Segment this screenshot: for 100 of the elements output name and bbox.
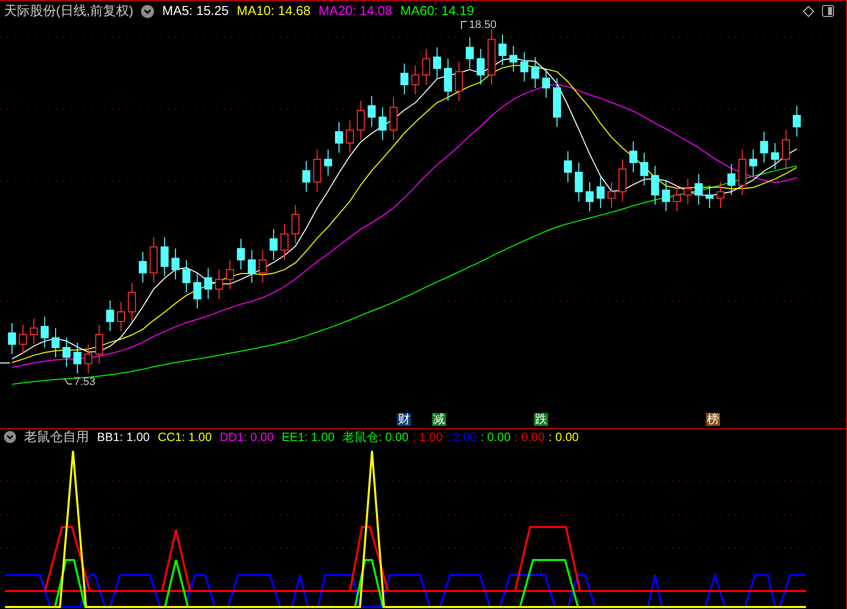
candlestick [248, 250, 256, 284]
indicator-value: BB1: 1.00 [97, 429, 150, 445]
candlestick [368, 96, 376, 128]
candlestick [716, 182, 724, 208]
candlestick [73, 342, 82, 374]
indicator-value: DD1: 0.00 [220, 429, 274, 445]
candlestick [160, 236, 169, 277]
candlestick [760, 131, 768, 164]
indicator-value: MA60: 14.19 [400, 3, 474, 19]
candlestick [291, 204, 300, 244]
candlestick [466, 37, 474, 69]
candlestick [738, 149, 746, 196]
candlestick [771, 142, 779, 170]
candlestick [749, 149, 758, 176]
candlestick [531, 56, 540, 88]
candlestick [400, 63, 408, 95]
candlestick [411, 64, 420, 95]
candlestick [433, 46, 442, 79]
low-marker-icon [64, 378, 72, 386]
candlestick [792, 105, 801, 138]
candlestick [488, 29, 496, 86]
signal-tag: 跌 [534, 413, 548, 426]
candlestick [226, 259, 234, 290]
candlestick [618, 158, 626, 202]
diamond-icon[interactable] [803, 6, 814, 16]
indicator-value: : 0.00 [480, 429, 511, 445]
candlestick [30, 318, 38, 345]
candlestick [672, 184, 681, 212]
candlestick [313, 149, 322, 192]
candlestick [138, 251, 147, 284]
candlestick [62, 337, 70, 368]
indicator-value: : 2.00 [446, 429, 477, 445]
candlestick [270, 228, 278, 260]
candlestick [684, 178, 692, 206]
candlestick [608, 182, 616, 208]
candlestick [40, 316, 49, 348]
candlestick [564, 150, 572, 183]
panel-toggle-icon[interactable] [822, 5, 834, 17]
indicator-value: EE1: 1.00 [282, 429, 334, 445]
indicator-value: MA20: 14.08 [318, 3, 392, 19]
candlestick [236, 238, 245, 270]
candlestick [8, 322, 16, 354]
candlestick [596, 176, 605, 208]
candlestick [280, 224, 288, 260]
candlestick [782, 130, 790, 170]
candlestick [520, 52, 528, 82]
candlestick [95, 324, 104, 364]
candlestick [662, 180, 670, 212]
candlestick [727, 164, 736, 196]
candlestick [335, 121, 343, 154]
candlestick [378, 106, 387, 140]
tick-mark [0, 362, 10, 364]
signal-tag: 财 [397, 413, 411, 426]
candlestick [52, 328, 60, 358]
candlestick [204, 268, 212, 300]
indicator-value: CC1: 1.00 [158, 429, 212, 445]
candlestick [574, 162, 583, 202]
indicator-value: 老鼠仓: 0.00 [342, 429, 409, 445]
candlestick [390, 97, 398, 140]
indicator-value: MA10: 14.68 [236, 3, 310, 19]
signal-tag: 榜 [706, 413, 720, 426]
high-marker-icon [461, 21, 467, 29]
candlestick [509, 45, 518, 72]
candlestick [651, 165, 660, 206]
indicator-value: : 0.00 [548, 429, 579, 445]
candlestick [706, 184, 714, 208]
candlestick [476, 48, 485, 86]
candlestick [302, 160, 310, 192]
signal-tag: 减 [432, 413, 446, 426]
indicator-value: : 0.00 [514, 429, 545, 445]
candlestick [84, 344, 92, 374]
candlestick [542, 68, 550, 98]
candlestick [498, 34, 506, 66]
candlestick [193, 272, 202, 310]
candlestick [106, 300, 114, 332]
candlestick [586, 182, 594, 212]
candlestick [215, 269, 224, 300]
chevron-down-icon[interactable] [4, 431, 16, 443]
low-price-label: 7.53 [74, 376, 96, 388]
candlestick [324, 149, 332, 176]
indicator-title: 老鼠仓自用 [24, 429, 89, 445]
candlestick [553, 78, 561, 128]
candlestick [182, 259, 190, 293]
chart-title: 天际股份(日线,前复权) [4, 3, 134, 19]
candlestick [117, 302, 125, 332]
high-price-label: 18.50 [469, 19, 497, 31]
candlestick [454, 61, 463, 102]
candlestick [18, 324, 27, 354]
candlestick [172, 248, 180, 280]
candlestick [640, 152, 648, 186]
chevron-down-icon[interactable] [141, 4, 154, 18]
candlestick [150, 236, 158, 284]
indicator-value: : 1.00 [412, 429, 443, 445]
candlestick [629, 140, 638, 173]
candlestick [346, 120, 354, 154]
candlestick [356, 100, 365, 140]
candlestick [422, 48, 430, 86]
indicator-value: MA5: 15.25 [162, 3, 229, 19]
candlestick [128, 282, 136, 322]
candlestick [258, 250, 267, 284]
